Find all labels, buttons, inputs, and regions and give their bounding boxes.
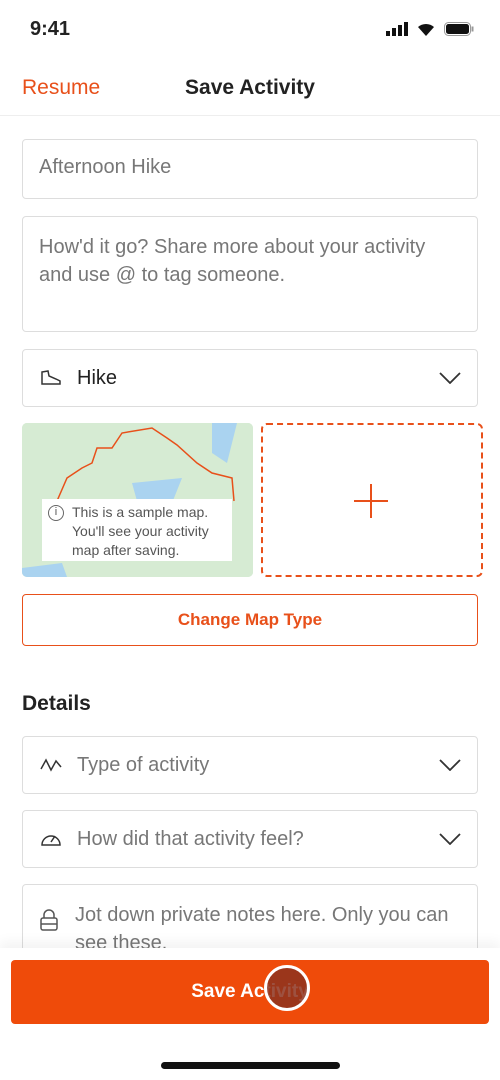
info-icon: i — [48, 505, 64, 521]
change-map-type-button[interactable]: Change Map Type — [22, 594, 478, 646]
wifi-icon — [418, 23, 434, 36]
save-activity-button[interactable]: Save Activity — [11, 960, 489, 1024]
activity-type-icon — [40, 758, 62, 772]
activity-type-select[interactable]: Type of activity — [22, 736, 478, 794]
add-media-button[interactable] — [261, 423, 483, 577]
signal-icon — [386, 22, 408, 36]
perceived-exertion-select[interactable]: How did that activity feel? — [22, 810, 478, 868]
sample-map-note: i This is a sample map. You'll see your … — [42, 499, 232, 561]
description-input[interactable]: How'd it go? Share more about your activ… — [22, 216, 478, 332]
page-title: Save Activity — [185, 76, 315, 99]
sample-map[interactable]: i This is a sample map. You'll see your … — [22, 423, 253, 577]
details-heading: Details — [22, 692, 91, 715]
hiking-boot-icon — [41, 370, 61, 385]
plus-icon — [354, 484, 388, 518]
gauge-icon — [41, 835, 61, 846]
chevron-down-icon — [439, 833, 461, 845]
battery-icon — [444, 22, 474, 36]
chevron-down-icon — [439, 372, 461, 384]
touch-indicator — [264, 965, 310, 1011]
lock-icon — [40, 909, 58, 931]
home-indicator — [161, 1062, 340, 1069]
title-input[interactable]: Afternoon Hike — [22, 139, 478, 199]
status-bar: 9:41 — [0, 0, 500, 60]
clock: 9:41 — [30, 18, 71, 40]
sport-select[interactable]: Hike — [22, 349, 478, 407]
chevron-down-icon — [439, 759, 461, 771]
nav-bar: Resume Save Activity — [0, 60, 500, 116]
